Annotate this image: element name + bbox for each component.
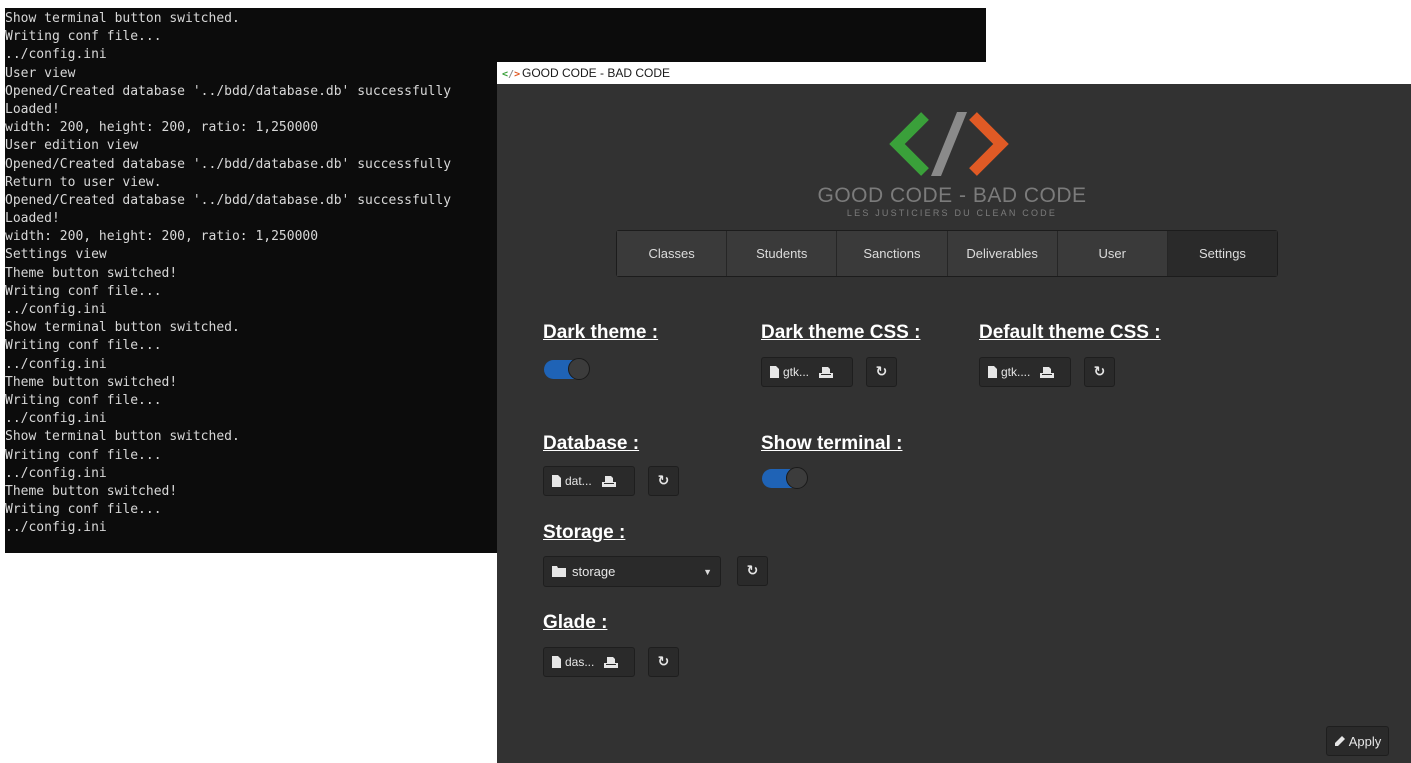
glade-filename: das... — [565, 655, 595, 669]
database-label: Database : — [543, 433, 640, 454]
code-brackets-icon: </> — [502, 69, 521, 80]
refresh-icon: ↻ — [875, 364, 888, 380]
default-theme-css-filename: gtk.... — [1001, 365, 1031, 379]
apply-button[interactable]: Apply — [1326, 726, 1389, 756]
storage-label: Storage : — [543, 522, 626, 543]
default-theme-css-label: Default theme CSS : — [979, 322, 1161, 343]
database-reset-button[interactable]: ↻ — [648, 466, 679, 496]
tab-sanctions[interactable]: Sanctions — [837, 231, 948, 276]
title-bar: </> GOOD CODE - BAD CODE — [497, 62, 1411, 84]
file-icon — [552, 656, 561, 668]
storage-value: storage — [572, 564, 616, 579]
dark-theme-toggle[interactable] — [544, 358, 590, 381]
apply-label: Apply — [1348, 733, 1382, 749]
open-file-icon — [604, 657, 619, 668]
dark-theme-css-file-button[interactable]: gtk... — [761, 357, 853, 387]
refresh-icon: ↻ — [1093, 364, 1106, 380]
open-file-icon — [601, 476, 616, 487]
tab-classes[interactable]: Classes — [617, 231, 728, 276]
default-theme-css-reset-button[interactable]: ↻ — [1084, 357, 1115, 387]
terminal-line: Writing conf file... — [5, 29, 162, 45]
glade-reset-button[interactable]: ↻ — [648, 647, 679, 677]
terminal-line: Show terminal button switched. — [5, 11, 240, 26]
default-theme-css-file-button[interactable]: gtk.... — [979, 357, 1071, 387]
tab-settings[interactable]: Settings — [1167, 231, 1278, 276]
show-terminal-label: Show terminal : — [761, 433, 903, 454]
storage-dropdown[interactable]: storage ▼ — [543, 556, 721, 587]
tab-students[interactable]: Students — [727, 231, 838, 276]
dark-theme-label: Dark theme : — [543, 322, 659, 343]
tab-user[interactable]: User — [1057, 231, 1168, 276]
main-tabs: Classes Students Sanctions Deliverables … — [616, 230, 1278, 277]
dark-theme-css-reset-button[interactable]: ↻ — [866, 357, 897, 387]
refresh-icon: ↻ — [657, 654, 670, 670]
database-file-button[interactable]: dat... — [543, 466, 635, 496]
glade-file-button[interactable]: das... — [543, 647, 635, 677]
logo-icon — [889, 112, 1009, 176]
file-icon — [988, 366, 997, 378]
open-file-icon — [1040, 367, 1055, 378]
refresh-icon: ↻ — [746, 563, 759, 579]
file-icon — [552, 475, 561, 487]
dark-theme-css-filename: gtk... — [783, 365, 810, 379]
refresh-icon: ↻ — [657, 473, 670, 489]
app-window: </> GOOD CODE - BAD CODE GOOD CODE - BAD … — [497, 62, 1411, 763]
glade-label: Glade : — [543, 612, 608, 633]
show-terminal-toggle[interactable] — [762, 467, 808, 490]
tab-deliverables[interactable]: Deliverables — [947, 231, 1058, 276]
dark-theme-css-label: Dark theme CSS : — [761, 322, 921, 343]
folder-icon — [552, 566, 566, 577]
brand-tagline: LES JUSTICIERS DU CLEAN CODE — [846, 208, 1058, 218]
window-title: GOOD CODE - BAD CODE — [522, 66, 671, 80]
database-filename: dat... — [565, 474, 592, 488]
open-file-icon — [819, 367, 834, 378]
chevron-down-icon: ▼ — [703, 566, 712, 577]
pencil-icon — [1334, 736, 1345, 746]
brand-name: GOOD CODE - BAD CODE — [817, 184, 1087, 207]
file-icon — [770, 366, 779, 378]
storage-reset-button[interactable]: ↻ — [737, 556, 768, 586]
